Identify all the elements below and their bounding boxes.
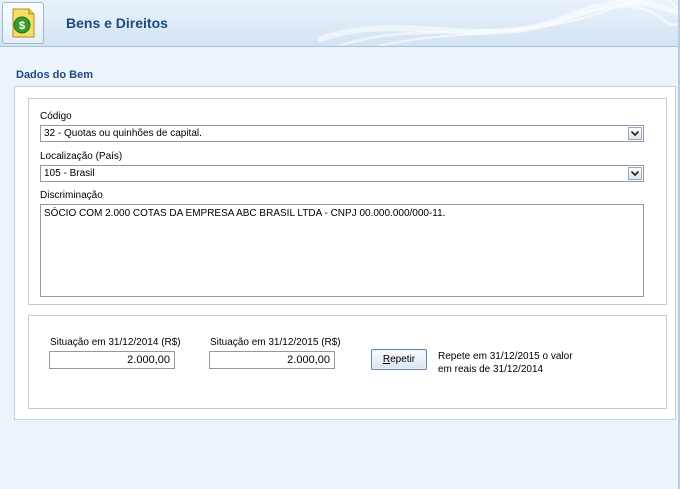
repetir-note-line1: Repete em 31/12/2015 o valor [438, 351, 573, 362]
page-title: Bens e Direitos [66, 15, 168, 31]
codigo-label: Código [40, 111, 72, 122]
discriminacao-label: Discriminação [40, 190, 103, 201]
situacao-2014-label: Situação em 31/12/2014 (R$) [50, 337, 181, 348]
codigo-select-value: 32 - Quotas ou quinhões de capital. [44, 128, 202, 139]
situacao-2014-value: 2.000,00 [127, 354, 170, 366]
codigo-dropdown-button[interactable] [628, 127, 642, 140]
header-wave-decoration [318, 0, 678, 46]
localizacao-dropdown-button[interactable] [628, 167, 642, 180]
header-bar: $ Bens e Direitos [0, 0, 678, 47]
repetir-note-line2: em reais de 31/12/2014 [438, 364, 544, 375]
app-icon-box: $ [2, 2, 44, 44]
chevron-down-icon [630, 130, 640, 137]
svg-text:$: $ [19, 20, 25, 32]
discriminacao-textarea[interactable]: SÓCIO COM 2.000 COTAS DA EMPRESA ABC BRA… [40, 204, 644, 297]
localizacao-label: Localização (País) [40, 151, 123, 162]
repetir-button[interactable]: Repetir [371, 349, 427, 370]
repetir-label-rest: epetir [390, 354, 416, 365]
localizacao-select[interactable]: 105 - Brasil [40, 165, 644, 182]
situacao-2015-input[interactable]: 2.000,00 [209, 351, 335, 369]
codigo-select[interactable]: 32 - Quotas ou quinhões de capital. [40, 125, 644, 142]
discriminacao-text: SÓCIO COM 2.000 COTAS DA EMPRESA ABC BRA… [44, 208, 446, 219]
situacao-2015-value: 2.000,00 [287, 354, 330, 366]
situacao-2014-input[interactable]: 2.000,00 [49, 351, 175, 369]
situacao-2015-label: Situação em 31/12/2015 (R$) [210, 337, 341, 348]
section-title: Dados do Bem [16, 69, 94, 81]
chevron-down-icon [630, 170, 640, 177]
dollar-document-icon: $ [12, 8, 35, 38]
localizacao-select-value: 105 - Brasil [44, 168, 95, 179]
